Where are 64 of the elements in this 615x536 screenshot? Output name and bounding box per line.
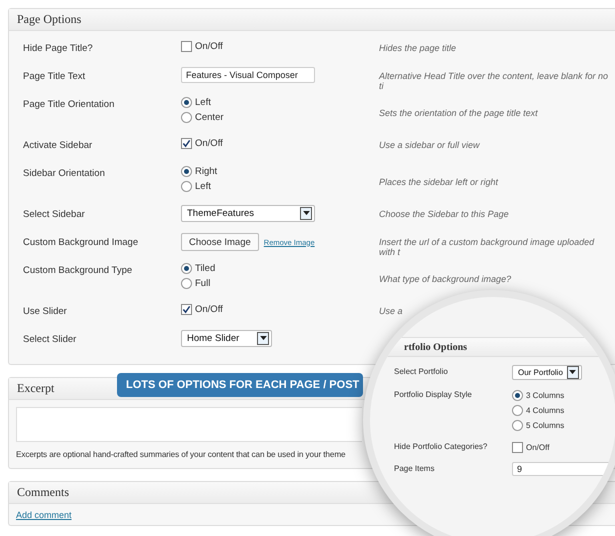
field-label: Page Title Orientation — [23, 98, 116, 110]
panel-title: Page Options — [17, 12, 82, 27]
field-label: Custom Background Type — [23, 264, 134, 276]
field-label: Select Sidebar — [23, 208, 86, 220]
caret-icon — [257, 332, 269, 345]
radio-option[interactable]: 5 Columns — [512, 418, 564, 432]
radio-option[interactable]: Center — [181, 110, 224, 124]
field-description: Choose the Sidebar to this Page — [379, 208, 510, 219]
field-description: Alternative Head Title over the content, leave blank for no ti — [379, 70, 610, 91]
radio-option[interactable]: 4 Columns — [512, 403, 564, 417]
radio-button[interactable] — [181, 166, 192, 176]
field-description: Hides the page title — [379, 42, 458, 53]
radio-button[interactable] — [512, 420, 523, 430]
radio-option[interactable]: Full — [181, 276, 216, 290]
field-label: Custom Background Image — [23, 236, 140, 248]
panel-title: Excerpt — [17, 381, 54, 396]
select-dropdown[interactable]: Home Slider — [181, 330, 272, 347]
field-label: Page Title Text — [23, 70, 86, 82]
field-label: Activate Sidebar — [23, 139, 94, 151]
radio-option[interactable]: Left — [181, 179, 218, 193]
choose-image-button[interactable]: Choose Image — [181, 233, 259, 251]
checkbox[interactable] — [181, 304, 192, 314]
radio-button[interactable] — [512, 390, 523, 400]
field-description: Insert the url of a custom background image uploaded with t — [379, 236, 596, 257]
caret-icon — [566, 366, 579, 379]
field-label: Select Portfolio — [394, 366, 448, 376]
field-label: Select Slider — [23, 333, 78, 345]
field-description: Use a — [379, 305, 404, 316]
field-description: What type of background image? — [379, 274, 512, 284]
radio-button[interactable] — [512, 404, 523, 416]
checkbox-option[interactable]: On/Off — [181, 302, 223, 316]
field-label: Portfolio Display Style — [394, 389, 472, 399]
field-label: Sidebar Orientation — [23, 167, 106, 179]
text-input[interactable]: Features - Visual Composer — [181, 67, 315, 83]
checkbox[interactable] — [181, 40, 192, 52]
radio-button[interactable] — [181, 262, 192, 274]
field-label: Hide Page Title? — [23, 42, 94, 54]
select-dropdown[interactable]: Our Portfolio — [512, 365, 582, 380]
field-label: Page Items — [394, 463, 434, 473]
radio-option[interactable]: Left — [181, 95, 224, 109]
field-label: Use Slider — [23, 305, 68, 317]
checkbox-option[interactable]: On/Off — [181, 136, 223, 150]
add-comment-link[interactable]: Add comment — [16, 510, 72, 520]
radio-button[interactable] — [181, 112, 192, 122]
checkbox[interactable] — [181, 138, 192, 148]
field-description: Sets the orientation of the page title text — [379, 108, 539, 118]
checkbox-option[interactable]: On/Off — [512, 440, 550, 454]
radio-option[interactable]: Tiled — [181, 261, 216, 275]
field-description: Use a sidebar or full view — [379, 139, 481, 150]
radio-button[interactable] — [181, 278, 192, 288]
checkbox-option[interactable]: On/Off — [181, 39, 223, 53]
radio-option[interactable]: 3 Columns — [512, 388, 564, 402]
select-dropdown[interactable]: ThemeFeatures — [181, 205, 315, 222]
field-label: Hide Portfolio Categories? — [394, 441, 488, 451]
panel-title: Comments — [17, 485, 70, 500]
checkbox[interactable] — [512, 442, 523, 452]
caret-icon — [300, 207, 312, 220]
radio-button[interactable] — [181, 180, 192, 192]
excerpt-help-text: Excerpts are optional hand-crafted summaries of your content that can be used in your theme — [16, 450, 346, 459]
radio-option[interactable]: Right — [181, 164, 218, 178]
panel-title: rtfolio Options — [404, 342, 468, 352]
field-description: Places the sidebar left or right — [379, 176, 500, 186]
promo-banner: LOTS OF OPTIONS FOR EACH PAGE / POST — [117, 373, 363, 397]
radio-button[interactable] — [181, 96, 192, 108]
